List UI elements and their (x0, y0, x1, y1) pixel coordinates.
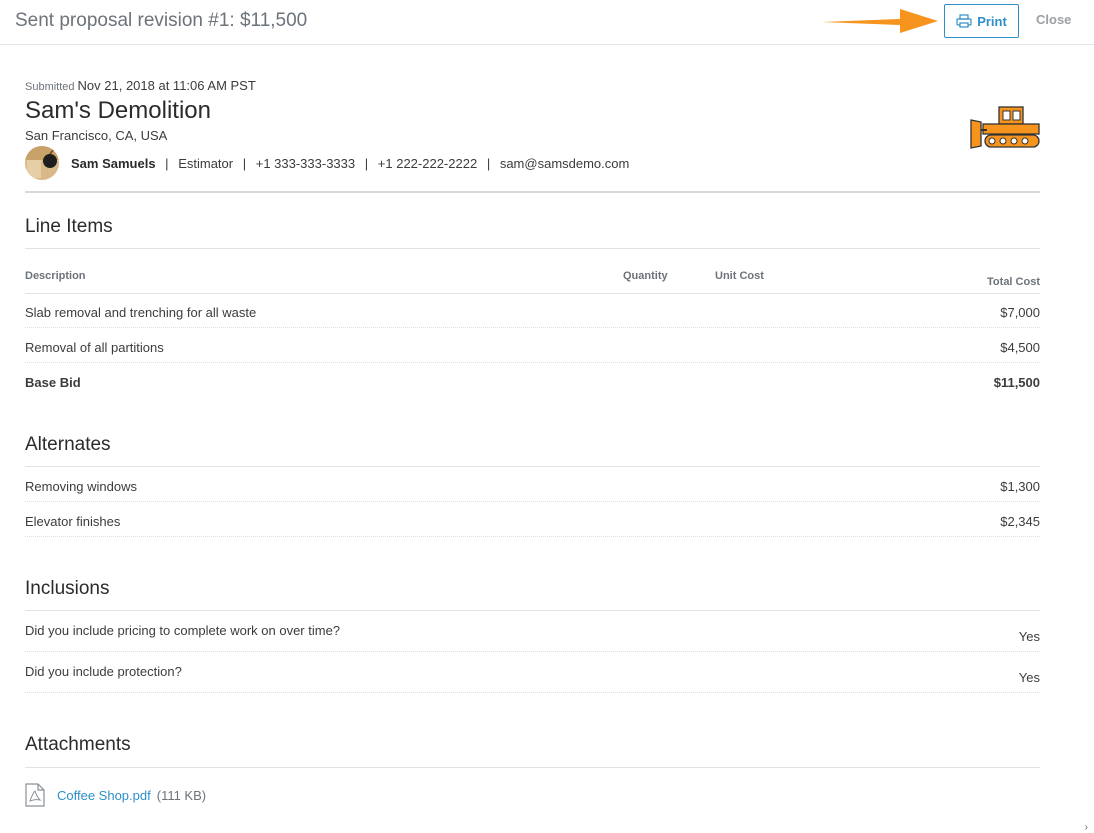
contact-phone-1: +1 333-333-3333 (255, 156, 356, 171)
col-quantity: Quantity (623, 270, 668, 282)
row-description: Slab removal and trenching for all waste (25, 305, 257, 320)
contact-name: Sam Samuels (71, 156, 156, 171)
print-label: Print (977, 13, 1007, 29)
page-title: Sent proposal revision #1: $11,500 (15, 10, 308, 31)
avatar (25, 146, 59, 180)
alternate-description: Elevator finishes (25, 514, 121, 529)
modal-header: Sent proposal revision #1: $11,500 Print… (0, 0, 1094, 45)
base-bid-row: Base Bid $11,500 (25, 363, 1040, 403)
contact-separator: | (486, 156, 491, 171)
attachments-title: Attachments (25, 734, 131, 755)
table-row: Removal of all partitions $4,500 (25, 328, 1040, 363)
col-total-cost: Total Cost (987, 276, 1040, 288)
row-description: Removal of all partitions (25, 340, 164, 355)
company-location: San Francisco, CA, USA (25, 128, 168, 143)
submitted-label: Submitted (25, 81, 75, 93)
inclusions-title: Inclusions (25, 578, 110, 599)
contact-role: Estimator (178, 156, 234, 171)
submitted-date: Nov 21, 2018 at 11:06 AM PST (77, 78, 256, 93)
alternate-row: Elevator finishes $2,345 (25, 502, 1040, 537)
contact-info: Sam Samuels | Estimator | +1 333-333-333… (71, 156, 629, 171)
printer-icon (956, 14, 972, 28)
base-bid-total: $11,500 (993, 375, 1040, 390)
contact-separator: | (242, 156, 247, 171)
alternate-total: $1,300 (1000, 479, 1040, 494)
inclusion-answer: Yes (1018, 629, 1040, 644)
contact-phone-2: +1 222-222-2222 (377, 156, 478, 171)
print-button[interactable]: Print (944, 4, 1019, 38)
pdf-file-icon (25, 783, 45, 807)
alternates-title: Alternates (25, 434, 111, 455)
attachment-item: Coffee Shop.pdf (111 KB) (25, 783, 206, 807)
alternate-total: $2,345 (1000, 514, 1040, 529)
header-divider (25, 191, 1040, 193)
inclusion-question: Did you include pricing to complete work… (25, 623, 341, 638)
contact-separator: | (165, 156, 169, 171)
contact-separator: | (364, 156, 369, 171)
row-total: $7,000 (1000, 305, 1040, 320)
table-row: Slab removal and trenching for all waste… (25, 294, 1040, 328)
section-divider (25, 767, 1040, 768)
bulldozer-icon (970, 106, 1040, 149)
col-unit-cost: Unit Cost (715, 270, 764, 282)
col-description: Description (25, 270, 86, 282)
close-button[interactable]: Close (1036, 12, 1071, 27)
alternate-description: Removing windows (25, 479, 137, 494)
attachment-size: (111 KB) (156, 787, 207, 803)
base-bid-label: Base Bid (25, 375, 81, 390)
inclusion-answer: Yes (1018, 670, 1040, 685)
company-name: Sam's Demolition (25, 97, 211, 124)
line-items-title: Line Items (25, 216, 113, 237)
row-total: $4,500 (1000, 340, 1040, 355)
inclusion-row: Did you include pricing to complete work… (25, 611, 1040, 652)
submitted-info: Submitted Nov 21, 2018 at 11:06 AM PST (25, 78, 256, 93)
section-divider (25, 248, 1040, 249)
alternate-row: Removing windows $1,300 (25, 467, 1040, 502)
attachment-link[interactable]: Coffee Shop.pdf (57, 788, 151, 803)
inclusion-row: Did you include protection? Yes (25, 652, 1040, 693)
inclusion-question: Did you include protection? (25, 664, 182, 679)
contact-email: sam@samsdemo.com (499, 156, 630, 171)
chevron-right-icon: › (1084, 822, 1088, 833)
arrow-pointer-icon (822, 9, 938, 33)
